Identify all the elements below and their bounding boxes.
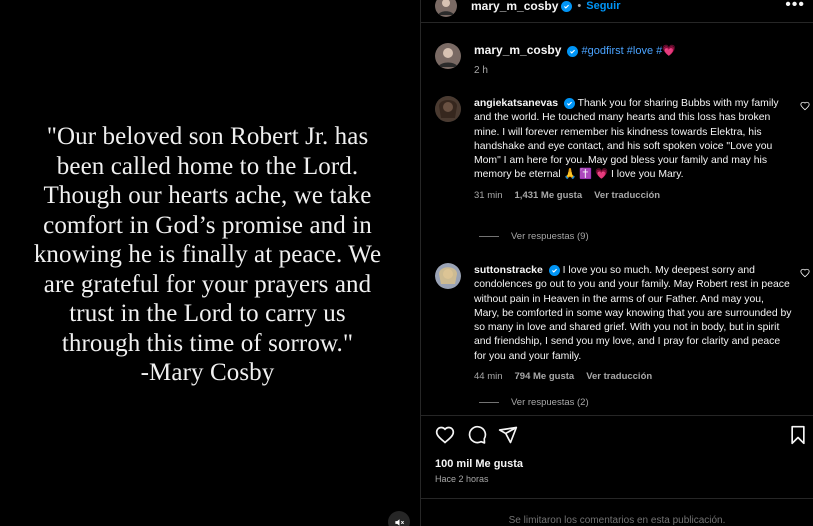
action-bar <box>435 425 807 445</box>
comment-item: angiekatsanevas Thank you for sharing Bu… <box>435 96 810 203</box>
post-caption: mary_m_cosby #godfirst #love #💗 2 h <box>435 43 676 78</box>
header-username[interactable]: mary_m_cosby <box>471 0 558 13</box>
avatar[interactable] <box>435 263 461 289</box>
post-side-panel: mary_m_cosby • Seguir ••• mary_m_cosby #… <box>420 0 813 526</box>
heart-icon[interactable] <box>800 265 810 283</box>
divider <box>421 22 813 23</box>
comment-text: Thank you for sharing Bubbs with my fami… <box>474 98 779 181</box>
more-options-icon[interactable]: ••• <box>785 0 805 14</box>
comments-limited-notice: Se limitaron los comentarios en esta pub… <box>508 515 726 526</box>
pink-heart-emoji: 💗 <box>662 45 676 57</box>
heart-icon[interactable] <box>800 98 810 116</box>
likes-count[interactable]: 100 mil Me gusta <box>435 458 523 470</box>
comment-likes[interactable]: 1,431 Me gusta <box>515 189 583 203</box>
share-icon[interactable] <box>498 425 518 450</box>
view-replies-label[interactable]: Ver respuestas (9) <box>511 231 589 242</box>
post-media[interactable]: "Our beloved son Robert Jr. has been cal… <box>0 0 420 526</box>
view-replies-button[interactable]: Ver respuestas (2) <box>479 397 589 408</box>
avatar[interactable] <box>435 0 457 17</box>
follow-button[interactable]: Seguir <box>586 0 620 12</box>
view-replies-label[interactable]: Ver respuestas (2) <box>511 397 589 408</box>
divider <box>479 402 499 403</box>
separator-dot: • <box>577 0 582 12</box>
divider <box>421 498 813 499</box>
heart-icon[interactable] <box>435 425 455 450</box>
bookmark-icon[interactable] <box>789 425 807 450</box>
comment-text: I love you so much. My deepest sorry and… <box>474 265 792 362</box>
verified-badge-icon <box>561 0 573 12</box>
translate-link[interactable]: Ver traducción <box>586 370 652 384</box>
divider <box>421 415 813 416</box>
comment-time: 31 min <box>474 189 503 201</box>
avatar[interactable] <box>435 96 461 122</box>
comment-time: 44 min <box>474 371 503 383</box>
translate-link[interactable]: Ver traducción <box>594 189 660 203</box>
comment-likes[interactable]: 794 Me gusta <box>515 370 575 384</box>
caption-username[interactable]: mary_m_cosby <box>474 43 561 57</box>
comment-username[interactable]: angiekatsanevas <box>474 97 558 109</box>
post-timestamp: Hace 2 horas <box>435 474 489 484</box>
comment-icon[interactable] <box>467 425 487 450</box>
caption-time: 2 h <box>474 65 488 76</box>
verified-badge-icon <box>548 265 560 276</box>
quote-text: "Our beloved son Robert Jr. has been cal… <box>33 123 382 386</box>
caption-hashtags[interactable]: #godfirst #love # <box>582 45 663 57</box>
comment-item: suttonstracke I love you so much. My dee… <box>435 263 810 384</box>
avatar[interactable] <box>435 43 461 69</box>
comment-username[interactable]: suttonstracke <box>474 264 543 276</box>
verified-badge-icon <box>567 46 579 57</box>
speaker-muted-icon[interactable] <box>388 511 410 526</box>
verified-badge-icon <box>563 98 575 109</box>
divider <box>479 236 499 237</box>
view-replies-button[interactable]: Ver respuestas (9) <box>479 231 589 242</box>
post-header: mary_m_cosby • Seguir <box>435 0 620 20</box>
